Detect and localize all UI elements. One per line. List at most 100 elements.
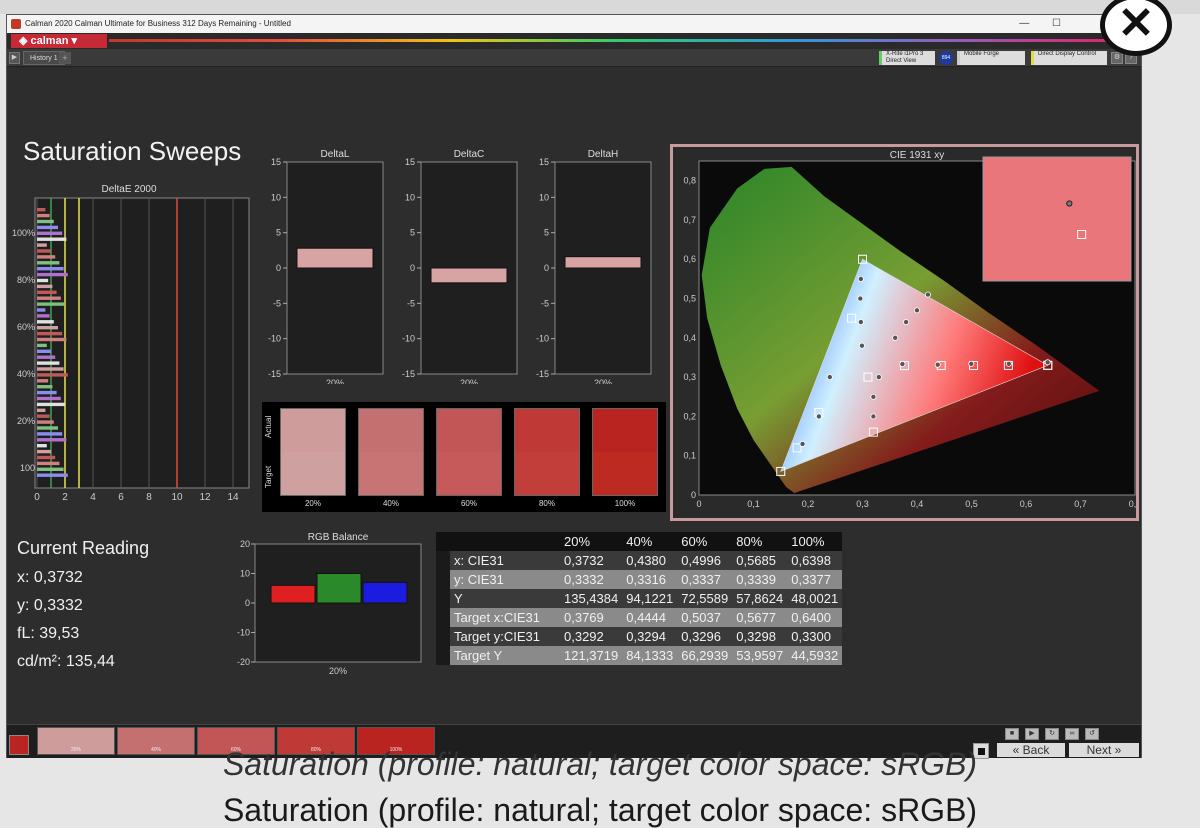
cie-xtick: 0: [696, 499, 701, 509]
deltae-bar: [37, 455, 56, 460]
delta-bar: [430, 267, 508, 284]
deltae-bar: [37, 355, 56, 359]
col-header: 100%: [787, 532, 843, 551]
deltae-xticks: 0 2 4 6 8 10 12 14: [34, 492, 239, 503]
deltae-xtick: 14: [227, 492, 239, 503]
page-title: Saturation Sweeps: [23, 136, 242, 166]
play-icon[interactable]: ▶: [1025, 728, 1039, 740]
delta-ytick: -5: [407, 298, 415, 308]
settings-icon[interactable]: ⚙: [1111, 52, 1123, 64]
cie-measured-point: [870, 413, 877, 420]
delta-ytick: -10: [402, 334, 415, 344]
table-row-marker: [436, 589, 450, 608]
rgb-ytick: 0: [245, 598, 250, 608]
table-row-label: Target Y: [450, 646, 560, 665]
cie-measured-point: [924, 291, 931, 298]
deltae-bar: [37, 261, 60, 265]
deltae-bar: [37, 396, 61, 401]
rgb-balance-chart: RGB Balance 20 10 0 -10 -20 20%: [237, 532, 422, 676]
table-row-label: Target y:CIE31: [450, 627, 560, 646]
glasses-icon[interactable]: ∞: [1065, 728, 1079, 740]
table-cell: 0,3316: [622, 570, 678, 589]
cie-measured-point: [799, 440, 806, 447]
deltae-bar: [37, 361, 60, 365]
workflow-page: Saturation Sweeps DeltaE 2000 100% 80% 60%…: [7, 68, 1141, 724]
caption: Saturation (profile: natural; target col…: [222, 792, 978, 828]
deltae-bar: [37, 237, 67, 241]
delta-chart-title: DeltaC: [454, 149, 485, 160]
reading-fl: fL: 39,53: [17, 625, 80, 642]
deltae-xtick: 10: [171, 492, 183, 503]
current-reading-heading: Current Reading: [17, 538, 150, 558]
deltae-bar: [37, 296, 61, 300]
deltae-ytick: 20%: [17, 416, 35, 426]
table-cell: 57,8624: [732, 589, 788, 608]
rgb-title: RGB Balance: [308, 532, 369, 543]
delta-ytick: 5: [544, 228, 549, 238]
table-cell: 0,5685: [732, 551, 788, 570]
deltae-yticks: 100% 80% 60% 40% 20% 100: [12, 228, 35, 473]
table-row-marker: [436, 608, 450, 627]
table-cell: 44,5932: [787, 646, 843, 665]
deltae-ytick: 40%: [17, 369, 35, 379]
swatch-label: 60%: [460, 499, 477, 508]
refresh-icon[interactable]: ↺: [1085, 728, 1099, 740]
current-reading: Current Reading x: 0,3732 y: 0,3332 fL: …: [17, 538, 149, 681]
table-cell: 0,3769: [560, 608, 623, 627]
rgb-ytick: -10: [237, 628, 250, 638]
table-row-label: x: CIE31: [450, 551, 560, 570]
cie-measured-point: [899, 361, 906, 368]
deltae-bar: [37, 449, 51, 454]
deltae-bar: [37, 231, 63, 235]
window-controls[interactable]: — ☐: [1019, 15, 1071, 33]
deltae-bar: [37, 432, 63, 436]
loop-icon[interactable]: ↻: [1045, 728, 1059, 740]
delta-ytick: 15: [271, 157, 281, 167]
table-cell: 53,9597: [732, 646, 788, 665]
toolbar: ▶ History 1 + X-Rite i1Pro 3 Direct View…: [7, 49, 1141, 67]
table-cell: 66,2939: [677, 646, 733, 665]
cie-ytick: 0,4: [683, 333, 696, 343]
table-cell: 0,4444: [622, 608, 678, 627]
cie-ytick: 0,2: [683, 411, 696, 421]
table-row-label: Y: [450, 589, 560, 608]
rgb-ytick: -20: [237, 657, 250, 667]
table-row: Target Y 121,3719 84,1333 66,2939 53,9597 44,…: [436, 646, 843, 665]
deltae-bar: [37, 402, 65, 407]
deltae-bar: [37, 290, 57, 294]
calman-menu-button[interactable]: ◈ calman ▾: [11, 34, 107, 48]
cie-ytick: 0,8: [683, 176, 696, 186]
delta-ytick: 10: [405, 192, 415, 202]
delta-ytick: -15: [268, 369, 281, 379]
delta-ytick: -5: [541, 298, 549, 308]
device-badge-icon[interactable]: 894: [939, 51, 953, 65]
inset-measured-point: [1066, 200, 1073, 207]
delta-ytick: 0: [544, 263, 549, 273]
table-cell: 0,3296: [677, 627, 733, 646]
delta-ytick: 0: [276, 263, 281, 273]
source-device[interactable]: Mobile Forge: [957, 51, 1025, 65]
cie-measured-point: [857, 275, 864, 282]
meter-device[interactable]: X-Rite i1Pro 3 Direct View: [879, 51, 935, 65]
deltae-bar: [37, 331, 63, 336]
display-device[interactable]: Direct Display Control: [1031, 51, 1107, 65]
deltae-bar: [37, 278, 49, 283]
play-icon[interactable]: ▶: [9, 52, 20, 64]
reading-x: x: 0,3732: [17, 569, 83, 586]
table-cell: 0,6398: [787, 551, 843, 570]
deltae-bar: [37, 272, 68, 277]
delta-xtick: 20%: [594, 378, 612, 384]
deltae-bar: [37, 308, 46, 312]
cie-measured-point: [934, 361, 941, 368]
menu-bar: ◈ calman ▾: [7, 33, 1141, 49]
close-icon[interactable]: ✕: [1100, 0, 1172, 56]
add-tab-button[interactable]: +: [59, 52, 71, 64]
cie-ytick: 0,3: [683, 372, 696, 382]
deltae-bar: [37, 414, 50, 418]
stop-icon[interactable]: ■: [1005, 728, 1019, 740]
window-title: Calman 2020 Calman Ultimate for Business…: [25, 19, 291, 28]
deltae-bar: [37, 438, 67, 442]
cie-measured-point: [826, 374, 833, 381]
deltae-bar: [37, 467, 64, 471]
deltae-bar: [37, 255, 56, 259]
